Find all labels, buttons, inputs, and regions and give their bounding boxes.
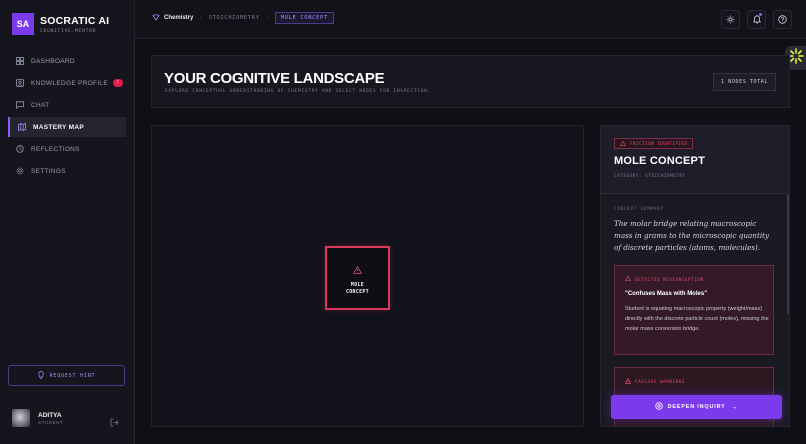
sidebar-item-chat[interactable]: CHAT <box>8 95 126 115</box>
concept-summary: The molar bridge relating macroscopic ma… <box>614 219 770 252</box>
flask-icon <box>152 13 160 23</box>
breadcrumb-current: MOLE CONCEPT <box>274 12 334 24</box>
sidebar-item-label: CHAT <box>31 101 50 109</box>
breadcrumb-middle[interactable]: STOICHIOMETRY <box>209 15 260 21</box>
concept-node-label: MOLE CONCEPT <box>345 282 370 295</box>
sun-icon <box>726 11 735 29</box>
page-subtitle: EXPLORE CONCEPTUAL UNDERSTANDING OF CHEM… <box>165 89 431 94</box>
avatar <box>12 409 30 427</box>
warning-icon <box>620 140 626 147</box>
node-count-badge: 1 NODES TOTAL <box>713 73 776 91</box>
misconception-label: DETECTED MISCONCEPTION <box>625 275 704 282</box>
request-hint-label: REQUEST HINT <box>49 372 96 379</box>
help-icon <box>778 11 787 29</box>
summary-label: CONCEPT SUMMARY <box>614 206 664 211</box>
gear-icon <box>15 166 25 176</box>
status-badge: FRICTION IDENTIFIED <box>614 138 694 149</box>
page-header: YOUR COGNITIVE LANDSCAPE EXPLORE CONCEPT… <box>151 55 790 108</box>
deepen-inquiry-button[interactable]: DEEPEN INQUIRY → <box>611 395 782 419</box>
brand-tagline: COGNITIVE.MENTOR <box>40 28 97 34</box>
concept-title: MOLE CONCEPT <box>614 155 706 167</box>
brand-logo: SA <box>12 13 34 35</box>
help-button[interactable] <box>773 10 792 29</box>
brand-name: SOCRATIC AI <box>40 14 110 27</box>
notification-dot <box>759 13 762 16</box>
misconception-title: "Confuses Mass with Moles" <box>625 291 708 297</box>
user-role: STUDENT <box>38 419 64 425</box>
brand[interactable]: SA SOCRATIC AI COGNITIVE.MENTOR <box>12 13 109 35</box>
request-hint-button[interactable]: REQUEST HINT <box>8 365 125 386</box>
mastery-map-canvas[interactable]: MOLE CONCEPT <box>151 125 584 427</box>
misconception-card: DETECTED MISCONCEPTION "Confuses Mass wi… <box>614 265 774 355</box>
cascade-label-text: CASCADE WARNINGS <box>635 379 685 384</box>
user-profile[interactable]: ADITYA STUDENT <box>12 409 122 427</box>
grid-icon <box>15 56 25 66</box>
cascade-icon <box>624 377 632 385</box>
notifications-button[interactable] <box>747 10 766 29</box>
logout-icon[interactable] <box>110 414 119 432</box>
profile-icon <box>15 78 25 88</box>
theme-toggle-button[interactable] <box>721 10 740 29</box>
sidebar-item-dashboard[interactable]: DASHBOARD <box>8 51 126 71</box>
alert-badge: ! <box>112 79 123 87</box>
top-bar: Chemistry › STOICHIOMETRY › MOLE CONCEPT <box>135 0 806 39</box>
warning-icon <box>352 261 363 279</box>
warning-icon <box>625 275 631 282</box>
deepen-inquiry-label: DEEPEN INQUIRY <box>667 404 726 410</box>
user-name: ADITYA <box>38 411 62 419</box>
panel-scrollbar[interactable] <box>787 194 789 314</box>
lightbulb-icon <box>37 370 44 381</box>
concept-detail-panel: FRICTION IDENTIFIED MOLE CONCEPT CATEGOR… <box>600 125 790 427</box>
breadcrumb-separator: › <box>265 15 269 21</box>
cascade-label: CASCADE WARNINGS <box>624 377 685 385</box>
sidebar-item-label: KNOWLEDGE PROFILE <box>31 79 108 87</box>
sidebar-item-mastery-map[interactable]: MASTERY MAP <box>8 117 126 137</box>
sidebar-item-settings[interactable]: SETTINGS <box>8 161 126 181</box>
breadcrumb: Chemistry › STOICHIOMETRY › MOLE CONCEPT <box>152 12 334 24</box>
concept-node[interactable]: MOLE CONCEPT <box>325 246 390 310</box>
sidebar-item-label: DASHBOARD <box>31 57 75 65</box>
sidebar-item-reflections[interactable]: REFLECTIONS <box>8 139 126 159</box>
sidebar-item-knowledge-profile[interactable]: KNOWLEDGE PROFILE ! <box>8 73 126 93</box>
sidebar-item-label: MASTERY MAP <box>33 123 84 131</box>
sidebar: SA SOCRATIC AI COGNITIVE.MENTOR DASHBOAR… <box>0 0 135 444</box>
breadcrumb-root[interactable]: Chemistry <box>164 15 193 21</box>
chat-icon <box>15 100 25 110</box>
arrow-right-icon: → <box>730 403 739 411</box>
sidebar-nav: DASHBOARD KNOWLEDGE PROFILE ! CHAT MASTE… <box>8 51 126 183</box>
sidebar-item-label: SETTINGS <box>31 167 66 175</box>
target-icon <box>654 402 663 412</box>
misconception-text: Student is equating macroscopic property… <box>625 306 769 332</box>
breadcrumb-separator: › <box>199 15 203 21</box>
concept-category: CATEGORY: STOICHIOMETRY <box>614 173 686 178</box>
page-title: YOUR COGNITIVE LANDSCAPE <box>164 70 385 87</box>
misconception-label-text: DETECTED MISCONCEPTION <box>635 276 704 282</box>
sidebar-item-label: REFLECTIONS <box>31 145 80 153</box>
map-icon <box>17 122 27 132</box>
reflection-icon <box>15 144 25 154</box>
status-label: FRICTION IDENTIFIED <box>630 141 688 146</box>
